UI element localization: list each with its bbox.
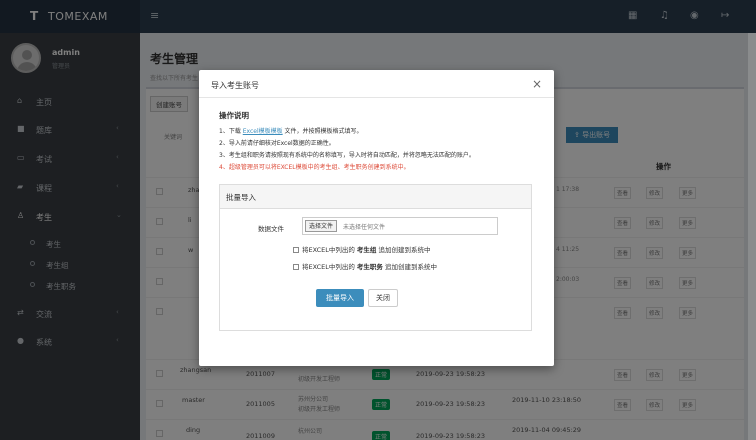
modal-title: 导入考生账号 bbox=[211, 81, 259, 90]
batch-import-button[interactable]: 批量导入 bbox=[316, 289, 364, 307]
file-input[interactable]: 选择文件 未选择任何文件 bbox=[302, 217, 498, 235]
close-icon[interactable]: × bbox=[532, 77, 542, 91]
create-groups-checkbox-row[interactable]: 将EXCEL中列出的 考生组 追加创建到系统中 bbox=[293, 244, 431, 254]
create-groups-checkbox[interactable] bbox=[293, 247, 299, 253]
create-posts-checkbox-row[interactable]: 将EXCEL中列出的 考生职务 追加创建到系统中 bbox=[293, 261, 437, 271]
divider bbox=[199, 97, 554, 98]
instruction-1: 1、下载 Excel模板模板 文件，并按照模板格式填写。 bbox=[219, 128, 363, 135]
file-placeholder: 未选择任何文件 bbox=[343, 224, 386, 231]
instructions-title: 操作说明 bbox=[219, 111, 249, 120]
import-students-modal: 导入考生账号 × 操作说明 1、下载 Excel模板模板 文件，并按照模板格式填… bbox=[199, 70, 554, 366]
panel-title: 批量导入 bbox=[226, 193, 256, 202]
create-posts-checkbox[interactable] bbox=[293, 264, 299, 270]
instruction-2: 2、导入前请仔细核对Excel数据的正确性。 bbox=[219, 140, 335, 147]
choose-file-button[interactable]: 选择文件 bbox=[305, 220, 338, 232]
batch-import-panel: 批量导入 数据文件 选择文件 未选择任何文件 将EXCEL中列出的 考生组 追加… bbox=[219, 184, 532, 331]
data-file-label: 数据文件 bbox=[258, 225, 284, 233]
instruction-4-warning: 4、超级管理员可以将EXCEL模板中的考生组、考生职务创建到系统中。 bbox=[219, 164, 410, 171]
scrollbar[interactable] bbox=[748, 33, 756, 440]
instruction-3: 3、考生组和职务请按照现有系统中的名称填写，导入时将自动匹配，并将忽略无法匹配的… bbox=[219, 152, 475, 159]
panel-header: 批量导入 bbox=[220, 185, 531, 209]
download-template-link[interactable]: Excel模板模板 bbox=[243, 128, 283, 135]
close-button[interactable]: 关闭 bbox=[368, 289, 398, 307]
